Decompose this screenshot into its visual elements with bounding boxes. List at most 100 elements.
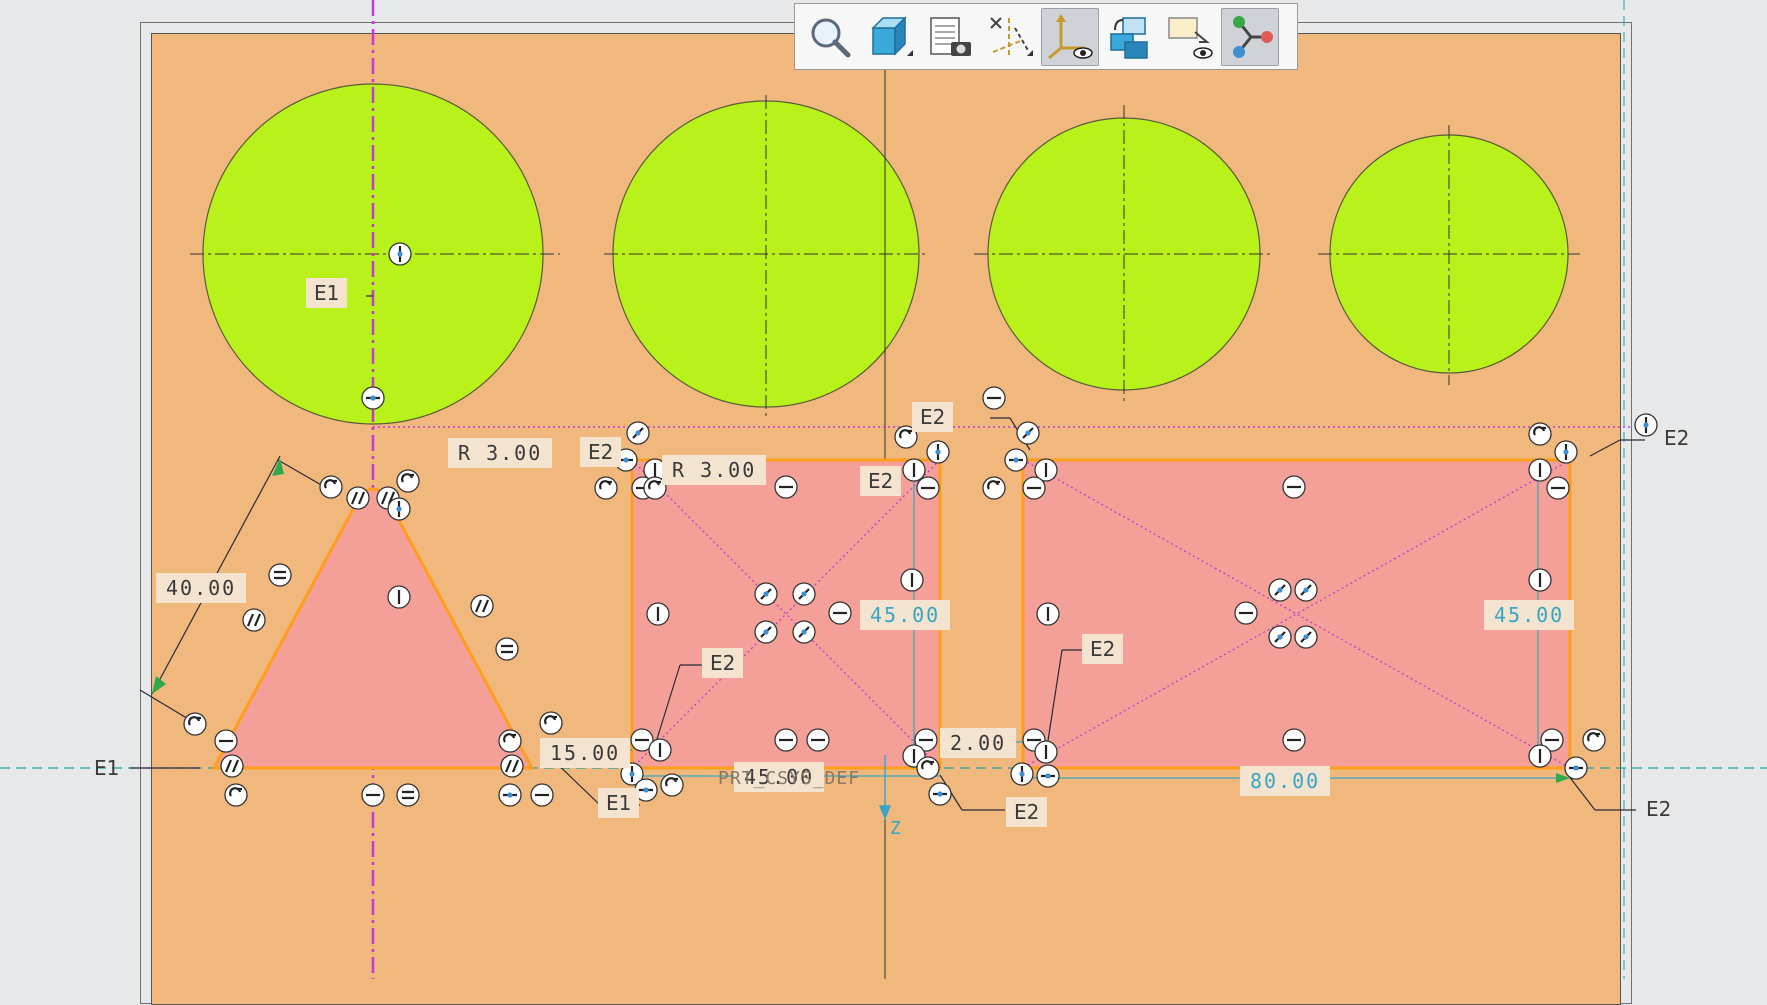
constraint-horizontal-icon[interactable] [806, 728, 830, 752]
display-style-button[interactable] [921, 8, 979, 66]
constraint-vertical-icon[interactable] [1036, 602, 1060, 626]
constraint-point-icon[interactable] [1010, 762, 1034, 786]
constraint-point-icon[interactable] [1634, 413, 1658, 437]
constraint-horizontal-icon[interactable] [1022, 476, 1046, 500]
constraint-horizontal-icon[interactable] [530, 783, 554, 807]
constraint-vertical-icon[interactable] [1034, 740, 1058, 764]
constraint-tangent-icon[interactable] [660, 773, 684, 797]
constraint-vertical-icon[interactable] [1528, 458, 1552, 482]
constraint-vertical-icon[interactable] [1528, 568, 1552, 592]
constraint-parallel-icon[interactable] [346, 486, 370, 510]
dimension-40[interactable]: 40.00 [156, 573, 247, 603]
constraint-horizontal-icon[interactable] [1546, 476, 1570, 500]
dimension-45-right[interactable]: 45.00 [1484, 600, 1575, 630]
constraint-tangent-icon[interactable] [594, 476, 618, 500]
label-e2-h: E2 [1664, 426, 1690, 450]
constraint-coincident-icon[interactable] [1564, 756, 1588, 780]
constraint-point-icon[interactable] [1554, 440, 1578, 464]
constraint-symmetric-icon[interactable] [626, 421, 650, 445]
constraint-point-icon[interactable] [388, 242, 412, 266]
datum-display-button[interactable] [981, 8, 1039, 66]
z-axis-label: Z [890, 818, 902, 839]
constraint-symmetric-icon[interactable] [1268, 578, 1292, 602]
constraint-symmetric-icon[interactable] [1268, 625, 1292, 649]
constraint-horizontal-icon[interactable] [1282, 728, 1306, 752]
constraint-tangent-icon[interactable] [1528, 422, 1552, 446]
constraint-symmetric-icon[interactable] [754, 620, 778, 644]
label-e2-e: E2 [1082, 634, 1124, 664]
sketcher-display-button[interactable] [1221, 7, 1279, 66]
constraint-horizontal-icon[interactable] [1234, 601, 1258, 625]
constraint-coincident-icon[interactable] [361, 386, 385, 410]
label-e1-bottom: E1 [598, 788, 640, 818]
csys-name-label: PRT_CSYS_DEF [718, 768, 861, 789]
csys-display-button[interactable] [1041, 7, 1099, 66]
constraint-tangent-icon[interactable] [183, 712, 207, 736]
label-e2-c: E2 [860, 466, 902, 496]
constraint-tangent-icon[interactable] [1582, 728, 1606, 752]
constraint-horizontal-icon[interactable] [916, 476, 940, 500]
constraint-tangent-icon[interactable] [498, 729, 522, 753]
constraint-horizontal-icon[interactable] [214, 729, 238, 753]
constraint-tangent-icon[interactable] [319, 475, 343, 499]
constraint-symmetric-icon[interactable] [1294, 578, 1318, 602]
constraint-horizontal-icon[interactable] [828, 601, 852, 625]
constraint-vertical-icon[interactable] [646, 602, 670, 626]
constraint-coincident-icon[interactable] [928, 782, 952, 806]
constraint-parallel-icon[interactable] [500, 754, 524, 778]
constraint-symmetric-icon[interactable] [1294, 625, 1318, 649]
constraint-horizontal-icon[interactable] [982, 386, 1006, 410]
dimension-r-rectangle[interactable]: R 3.00 [662, 455, 767, 485]
constraint-horizontal-icon[interactable] [1282, 475, 1306, 499]
coordinate-system-display-icon [1048, 13, 1093, 59]
constraint-parallel-icon[interactable] [220, 754, 244, 778]
constraint-equal-icon[interactable] [495, 637, 519, 661]
annotation-display-icon [1168, 16, 1213, 59]
reorient-button[interactable] [1101, 8, 1159, 66]
constraint-tangent-icon[interactable] [916, 756, 940, 780]
constraint-vertical-icon[interactable] [387, 585, 411, 609]
datum-display-icon [990, 16, 1033, 56]
dimension-45-middle[interactable]: 45.00 [860, 600, 951, 630]
sheet-camera-icon [930, 16, 971, 56]
saved-view-button[interactable] [861, 8, 919, 66]
constraint-vertical-icon[interactable] [900, 568, 924, 592]
constraint-coincident-icon[interactable] [1004, 448, 1028, 472]
sketcher-display-icon [1233, 15, 1273, 58]
constraint-tangent-icon[interactable] [224, 783, 248, 807]
constraint-coincident-icon[interactable] [498, 783, 522, 807]
constraint-vertical-icon[interactable] [648, 738, 672, 762]
constraint-point-icon[interactable] [387, 497, 411, 521]
constraint-vertical-icon[interactable] [1528, 744, 1552, 768]
constraint-tangent-icon[interactable] [539, 711, 563, 735]
constraint-symmetric-icon[interactable] [792, 620, 816, 644]
constraint-horizontal-icon[interactable] [361, 783, 385, 807]
constraint-equal-icon[interactable] [268, 563, 292, 587]
saved-view-cube-icon [871, 15, 913, 56]
constraint-horizontal-icon[interactable] [774, 728, 798, 752]
dimension-80[interactable]: 80.00 [1240, 766, 1331, 796]
constraint-vertical-icon[interactable] [902, 458, 926, 482]
constraint-parallel-icon[interactable] [242, 608, 266, 632]
constraint-symmetric-icon[interactable] [1016, 421, 1040, 445]
annotation-display-button[interactable] [1161, 8, 1219, 66]
dimension-15[interactable]: 15.00 [540, 738, 631, 768]
label-e2-f: E2 [1006, 797, 1048, 827]
constraint-coincident-icon[interactable] [1036, 764, 1060, 788]
constraint-tangent-icon[interactable] [982, 476, 1006, 500]
constraint-parallel-icon[interactable] [470, 594, 494, 618]
constraint-point-icon[interactable] [926, 440, 950, 464]
dimension-2[interactable]: 2.00 [940, 728, 1017, 758]
sketch-workspace[interactable]: R 3.00 R 3.00 40.00 15.00 45.00 45.00 45… [0, 0, 1767, 1005]
graphics-toolbar [794, 3, 1298, 70]
constraint-equal-icon[interactable] [396, 783, 420, 807]
zoom-button[interactable] [801, 8, 859, 66]
constraint-symmetric-icon[interactable] [754, 582, 778, 606]
constraint-tangent-icon[interactable] [396, 469, 420, 493]
dimension-r-triangle[interactable]: R 3.00 [448, 438, 553, 468]
label-e2-d: E2 [702, 648, 744, 678]
label-e2-b: E2 [912, 402, 954, 432]
constraint-symmetric-icon[interactable] [792, 582, 816, 606]
constraint-horizontal-icon[interactable] [774, 475, 798, 499]
label-e2-a: E2 [580, 437, 622, 467]
